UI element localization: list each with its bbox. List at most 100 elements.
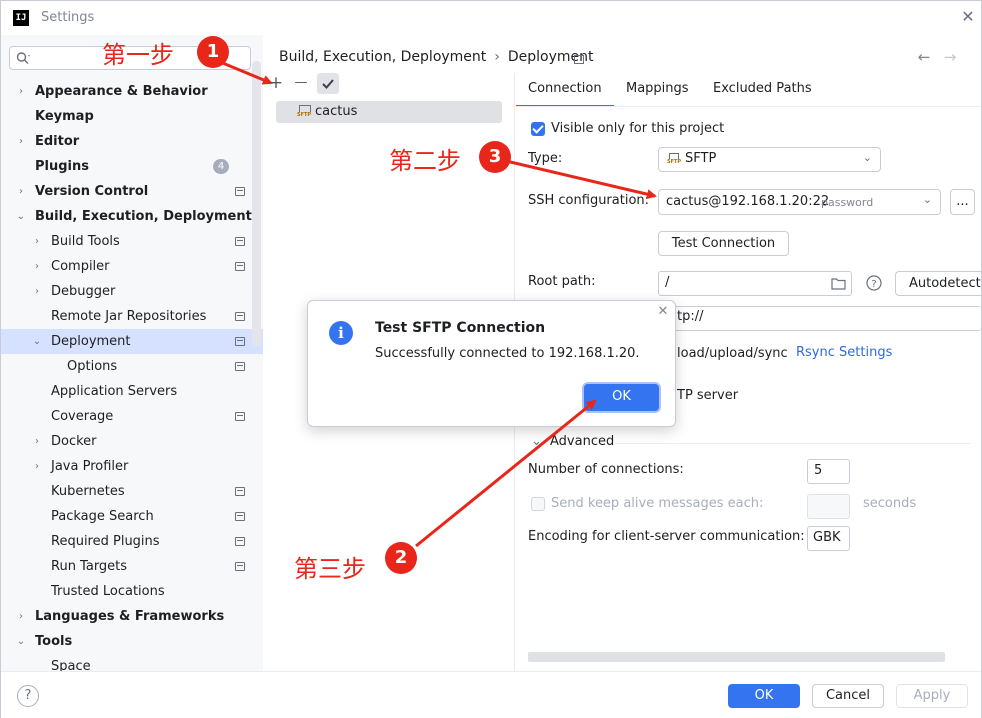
web-server-url-input[interactable] — [658, 306, 981, 331]
chevron-right-icon[interactable]: › — [15, 79, 27, 104]
sidebar-item-version-control[interactable]: › Version Control — [1, 179, 263, 204]
sidebar-item-required-plugins[interactable]: Required Plugins — [1, 529, 263, 554]
server-name: cactus — [315, 104, 358, 119]
sidebar-item-trusted-locations[interactable]: Trusted Locations — [1, 579, 263, 604]
sidebar-item-label: Plugins — [35, 159, 89, 174]
sidebar-item-label: Run Targets — [51, 559, 128, 574]
sidebar-item-deployment[interactable]: ⌄ Deployment — [1, 329, 263, 354]
remove-server-button[interactable]: — — [291, 73, 311, 93]
sidebar-item-build-tools[interactable]: › Build Tools — [1, 229, 263, 254]
root-path-input[interactable]: / — [658, 271, 852, 296]
ok-button[interactable]: OK — [728, 684, 800, 708]
sidebar-item-compiler[interactable]: › Compiler — [1, 254, 263, 279]
mapping-partial-text: load/upload/sync — [677, 346, 788, 361]
advanced-chevron-icon[interactable]: ⌄ — [531, 434, 542, 449]
sidebar-item-application-servers[interactable]: Application Servers — [1, 379, 263, 404]
sidebar-item-plugins[interactable]: Plugins 4 — [1, 154, 263, 179]
sidebar-scrollbar[interactable] — [252, 61, 261, 346]
chevron-down-icon[interactable]: ⌄ — [15, 204, 27, 229]
sidebar-item-debugger[interactable]: › Debugger — [1, 279, 263, 304]
chevron-right-icon[interactable]: › — [31, 454, 43, 479]
sidebar-item-options[interactable]: Options — [1, 354, 263, 379]
rsync-settings-link[interactable]: Rsync Settings — [796, 345, 892, 360]
sidebar-item-build-execution-deployment[interactable]: ⌄ Build, Execution, Deployment — [1, 204, 263, 229]
sftp-server-partial-text: TP server — [677, 388, 739, 403]
tab-excluded-paths[interactable]: Excluded Paths — [701, 79, 824, 107]
chevron-right-icon[interactable]: › — [31, 429, 43, 454]
connections-input[interactable]: 5 — [807, 459, 850, 484]
sidebar-item-docker[interactable]: › Docker — [1, 429, 263, 454]
chevron-down-icon[interactable]: ⌄ — [15, 629, 27, 654]
chevron-right-icon[interactable]: › — [15, 604, 27, 629]
sidebar-item-run-targets[interactable]: Run Targets — [1, 554, 263, 579]
tab-mappings[interactable]: Mappings — [614, 79, 701, 107]
cancel-button[interactable]: Cancel — [812, 684, 884, 708]
add-server-button[interactable]: + — [266, 73, 286, 93]
ssh-config-label: SSH configuration: — [528, 193, 650, 208]
keep-alive-input[interactable] — [807, 494, 850, 519]
project-scope-icon — [235, 262, 245, 271]
tab-connection[interactable]: Connection — [516, 79, 614, 107]
type-select[interactable]: SFTP SFTP ⌄ — [658, 147, 881, 172]
sidebar-item-label: Docker — [51, 434, 97, 449]
sidebar-item-kubernetes[interactable]: Kubernetes — [1, 479, 263, 504]
keep-alive-checkbox[interactable] — [531, 497, 545, 511]
chevron-right-icon[interactable]: › — [31, 279, 43, 304]
type-value: SFTP — [685, 151, 717, 166]
chevron-right-icon[interactable]: › — [15, 179, 27, 204]
sidebar-item-remote-jar-repositories[interactable]: Remote Jar Repositories — [1, 304, 263, 329]
chevron-right-icon[interactable]: › — [31, 254, 43, 279]
autodetect-button[interactable]: Autodetect — [895, 271, 981, 296]
keep-alive-label: Send keep alive messages each: — [551, 496, 764, 511]
sidebar-item-editor[interactable]: › Editor — [1, 129, 263, 154]
visible-only-label: Visible only for this project — [551, 121, 725, 136]
ssh-config-more-button[interactable]: ... — [950, 189, 975, 215]
plugins-count-badge: 4 — [213, 159, 229, 174]
breadcrumb-parent[interactable]: Build, Execution, Deployment — [279, 49, 486, 65]
sidebar-item-appearance-behavior[interactable]: › Appearance & Behavior — [1, 79, 263, 104]
sidebar-item-java-profiler[interactable]: › Java Profiler — [1, 454, 263, 479]
test-connection-button[interactable]: Test Connection — [658, 231, 789, 256]
visible-only-checkbox[interactable] — [531, 122, 545, 136]
sidebar-item-package-search[interactable]: Package Search — [1, 504, 263, 529]
checkmark-icon — [322, 79, 334, 89]
sidebar-item-coverage[interactable]: Coverage — [1, 404, 263, 429]
sidebar-item-label: Compiler — [51, 259, 110, 274]
chevron-right-icon[interactable]: › — [15, 129, 27, 154]
sftp-type-icon: SFTP — [667, 153, 681, 166]
help-question-icon[interactable]: ? — [866, 275, 882, 291]
dialog-close-icon[interactable]: ✕ — [655, 304, 671, 320]
help-button[interactable]: ? — [17, 685, 39, 707]
sidebar-item-keymap[interactable]: Keymap — [1, 104, 263, 129]
use-as-default-button[interactable] — [317, 73, 339, 94]
sidebar-item-label: Appearance & Behavior — [35, 84, 208, 99]
chevron-right-icon[interactable]: › — [31, 229, 43, 254]
folder-icon[interactable] — [831, 277, 846, 290]
annotation-step3-text: 第三步 — [294, 555, 366, 583]
sidebar-item-tools[interactable]: ⌄ Tools — [1, 629, 263, 654]
ssh-config-hint: password — [821, 196, 874, 209]
sidebar-item-languages-frameworks[interactable]: › Languages & Frameworks — [1, 604, 263, 629]
advanced-separator — [615, 443, 970, 444]
back-arrow-icon[interactable]: ← — [916, 48, 932, 66]
intellij-app-icon: IJ — [13, 10, 29, 26]
sidebar-item-label: Build, Execution, Deployment — [35, 209, 252, 224]
project-scope-icon — [235, 412, 245, 421]
annotation-badge-1: 1 — [197, 36, 229, 68]
chevron-down-icon: ⌄ — [862, 151, 872, 164]
breadcrumb-separator: › — [494, 49, 500, 65]
window-close-icon[interactable]: ✕ — [959, 7, 977, 27]
sidebar-item-label: Application Servers — [51, 384, 178, 399]
ssh-config-select[interactable]: cactus@192.168.1.20:22 password ⌄ — [658, 189, 941, 215]
project-scope-icon — [235, 512, 245, 521]
horizontal-scrollbar[interactable] — [528, 652, 945, 662]
annotation-step1-text: 第一步 — [102, 41, 174, 69]
encoding-input[interactable]: GBK — [807, 526, 850, 551]
advanced-section-label[interactable]: Advanced — [550, 434, 614, 449]
root-path-label: Root path: — [528, 274, 596, 289]
forward-arrow-icon[interactable]: → — [942, 48, 958, 66]
apply-button[interactable]: Apply — [896, 684, 968, 708]
encoding-value: GBK — [813, 530, 841, 545]
chevron-down-icon[interactable]: ⌄ — [31, 329, 43, 354]
dialog-ok-button[interactable]: OK — [584, 384, 659, 411]
